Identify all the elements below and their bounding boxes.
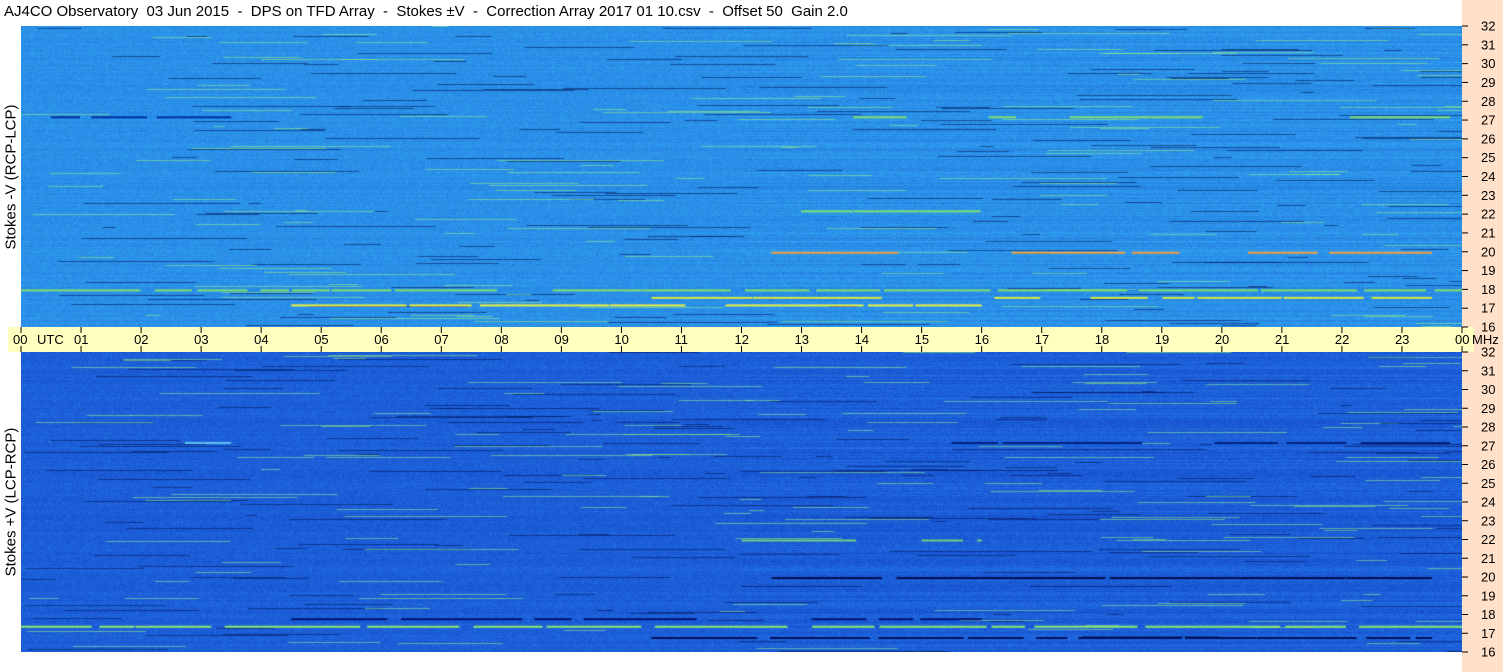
bottom-spectrogram-canvas	[21, 352, 1462, 652]
stokes-minus-v-spectrogram	[21, 26, 1462, 327]
top-panel-ylabel-text: Stokes -V (RCP-LCP)	[2, 103, 20, 250]
top-spectrogram-canvas	[21, 26, 1462, 327]
utc-time-axis-bar	[8, 327, 1474, 352]
stokes-plus-v-spectrogram	[21, 352, 1462, 652]
bottom-panel-ylabel-text: Stokes +V (LCP-RCP)	[2, 427, 20, 577]
chart-title: AJ4CO Observatory 03 Jun 2015 - DPS on T…	[4, 3, 848, 20]
